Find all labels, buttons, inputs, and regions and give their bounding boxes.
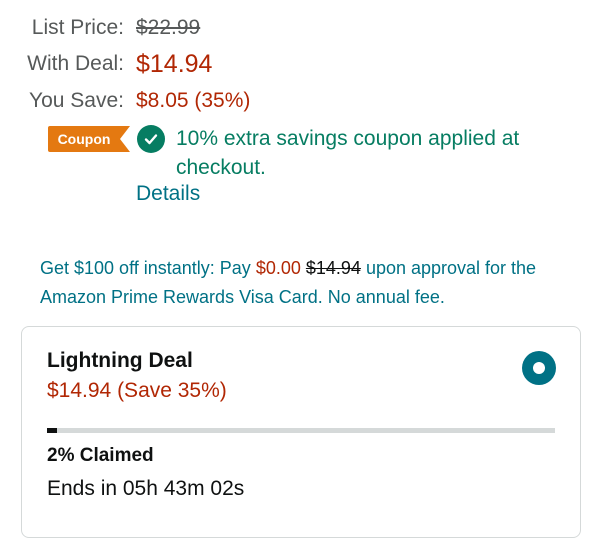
coupon-applied-text: 10% extra savings coupon applied at chec… (176, 127, 520, 179)
check-circle-icon (137, 125, 165, 153)
you-save-value: $8.05 (35%) (136, 89, 251, 112)
claimed-text: 2% Claimed (47, 445, 154, 466)
list-price-label: List Price: (31, 16, 124, 39)
promo-price: $0.00 (255, 258, 301, 278)
coupon-badge-notch (120, 126, 130, 152)
deal-ends-timer: Ends in 05h 43m 02s (47, 477, 245, 500)
promo-text-start: Get $100 off instantly: Pay (40, 258, 256, 278)
lightning-deal-option[interactable]: Lightning Deal $14.94 (Save 35%) 2% Clai… (21, 326, 581, 538)
with-deal-price: $14.94 (136, 50, 213, 78)
lightning-deal-title: Lightning Deal (47, 349, 193, 372)
lightning-deal-price: $14.94 (Save 35%) (47, 379, 227, 402)
claimed-progress-fill (47, 428, 58, 433)
claimed-progress-bar (47, 428, 555, 433)
coupon-badge: Coupon (48, 126, 120, 152)
coupon-details-link[interactable]: Details (136, 182, 200, 206)
list-price-value: $22.99 (136, 16, 201, 39)
you-save-label: You Save: (29, 89, 124, 112)
credit-card-promo[interactable]: Get $100 off instantly: Pay $0.00 $14.94… (40, 254, 580, 312)
with-deal-label: With Deal: (27, 52, 124, 75)
radio-selected-icon[interactable] (522, 351, 556, 385)
promo-old-price: $14.94 (305, 258, 361, 278)
